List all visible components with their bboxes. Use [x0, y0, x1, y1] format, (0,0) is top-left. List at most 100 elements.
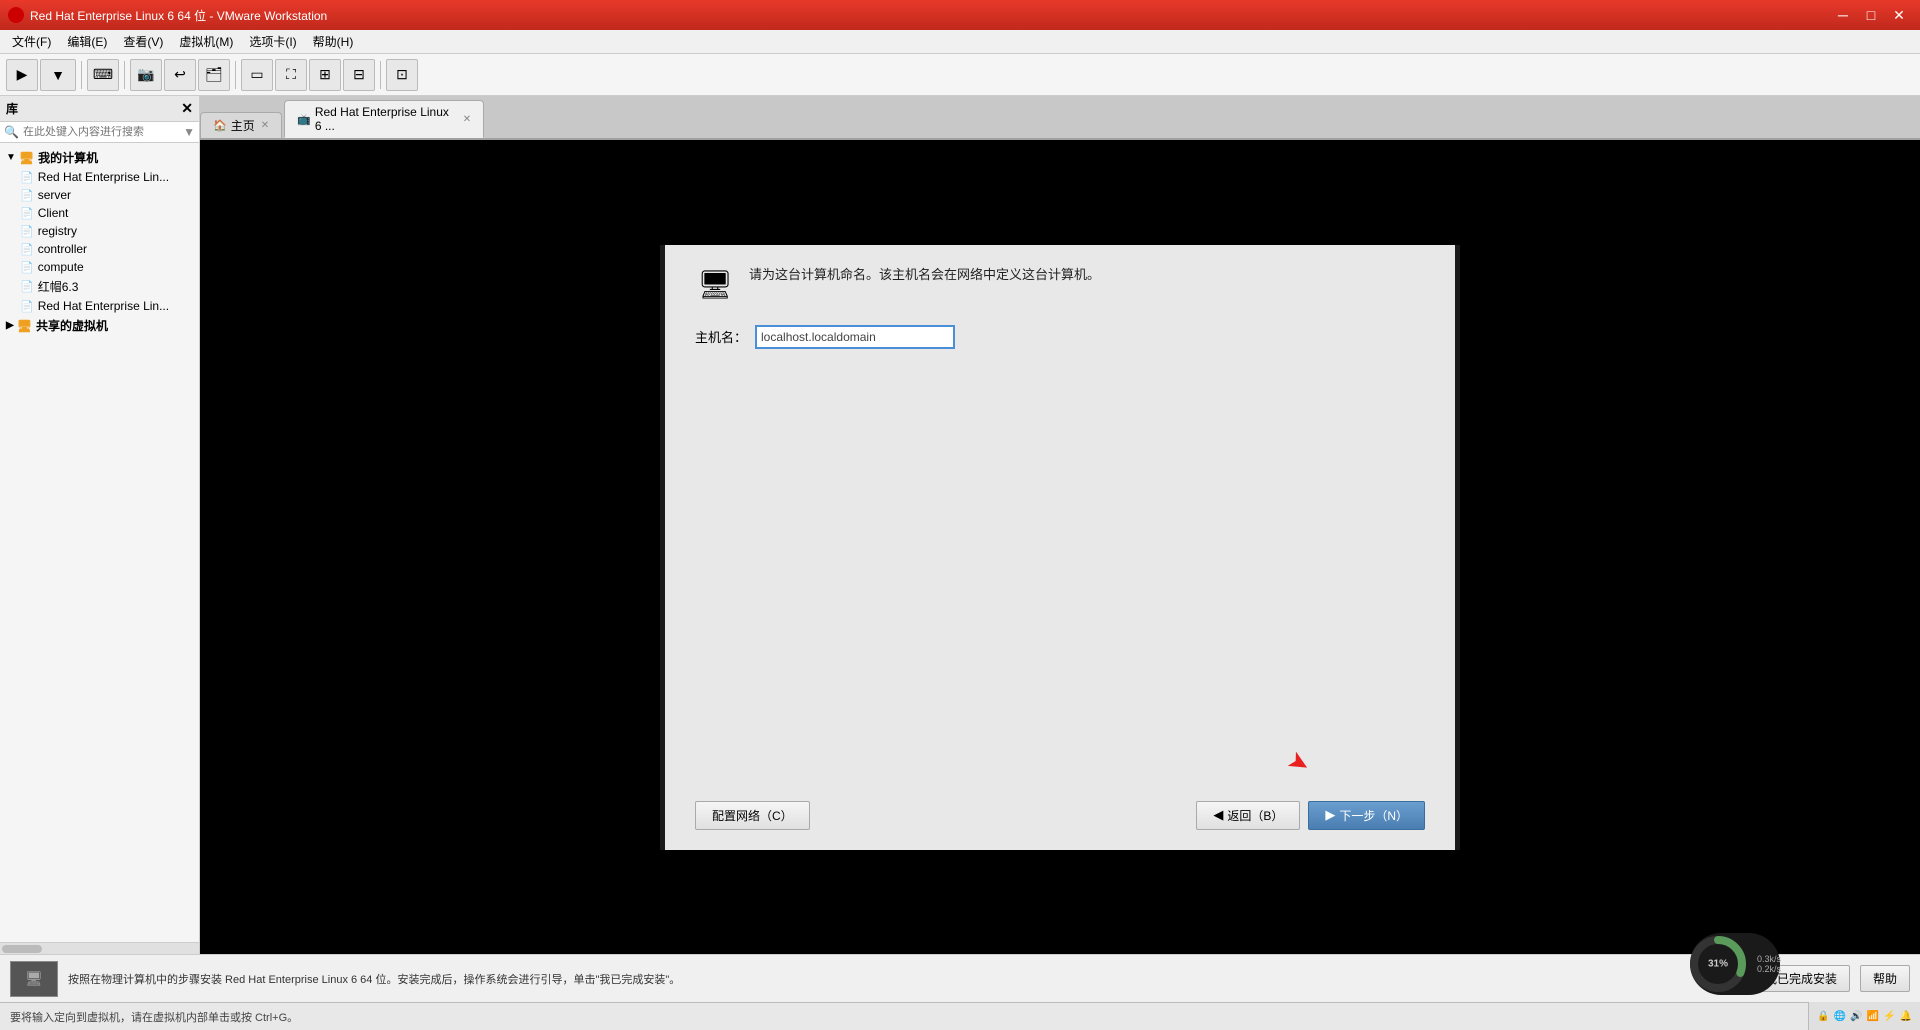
title-bar: Red Hat Enterprise Linux 6 64 位 - VMware…	[0, 0, 1920, 30]
menu-bar: 文件(F) 编辑(E) 查看(V) 虚拟机(M) 选项卡(I) 帮助(H)	[0, 30, 1920, 54]
tab-home[interactable]: 🏠 主页 ✕	[200, 112, 282, 138]
shared-label: 共享的虚拟机	[36, 317, 108, 334]
vm-tab-icon: 📺	[297, 113, 311, 126]
expand-arrow-icon: ▶	[6, 320, 14, 331]
search-input[interactable]	[23, 126, 183, 138]
sidebar-item-redhat63[interactable]: 📄 红帽6.3	[0, 276, 199, 297]
search-dropdown-icon[interactable]: ▼	[183, 125, 195, 139]
next-btn-label: 下一步（N）	[1339, 807, 1408, 824]
toolbar-btn-1[interactable]: ▶	[6, 59, 38, 91]
network-widget: 31% 0.3k/s 0.2k/s	[1690, 933, 1780, 995]
sidebar-header: 库 ✕	[0, 96, 199, 122]
back-button[interactable]: ◀ 返回（B）	[1196, 801, 1300, 830]
toolbar-btn-send-ctrl[interactable]: ⌨	[87, 59, 119, 91]
toolbar: ▶ ▼ ⌨ 📷 ↩ 🗂 ▭ ⛶ ⊞ ⊟ ⊡	[0, 54, 1920, 96]
toolbar-sep-4	[380, 61, 381, 89]
toolbar-btn-usb[interactable]: ⊡	[386, 59, 418, 91]
tray-icon-1: 🔒	[1817, 1011, 1829, 1022]
maximize-button[interactable]: □	[1858, 4, 1884, 26]
status-bar: 🖥 按照在物理计算机中的步骤安装 Red Hat Enterprise Linu…	[0, 954, 1920, 1002]
toolbar-btn-snapshot-take[interactable]: 📷	[130, 59, 162, 91]
sidebar-item-server[interactable]: 📄 server	[0, 186, 199, 204]
net-circle: 31%	[1689, 935, 1747, 993]
tray-icon-5: ⚡	[1883, 1011, 1895, 1022]
tray-icon-4: 📶	[1867, 1011, 1879, 1022]
status-description: 按照在物理计算机中的步骤安装 Red Hat Enterprise Linux …	[68, 971, 1742, 987]
next-button[interactable]: ▶ 下一步（N）	[1308, 801, 1425, 830]
toolbar-dropdown-1[interactable]: ▼	[40, 59, 76, 91]
content-area: 🏠 主页 ✕ 📺 Red Hat Enterprise Linux 6 ... …	[200, 96, 1920, 954]
hostname-label: 主机名：	[695, 327, 747, 346]
tab-home-close[interactable]: ✕	[261, 120, 269, 131]
vm-screen: 🖥 请为这台计算机命名。该主机名会在网络中定义这台计算机。 主机名：	[660, 245, 1460, 850]
menu-file[interactable]: 文件(F)	[4, 31, 59, 52]
home-icon: 🏠	[213, 119, 227, 132]
toolbar-btn-snapshot-mgr[interactable]: 🗂	[198, 59, 230, 91]
menu-view[interactable]: 查看(V)	[115, 31, 171, 52]
dialog-footer-right: ◀ 返回（B） ▶ 下一步（N）	[1196, 801, 1425, 830]
dialog-footer-left: 配置网络（C）	[695, 801, 810, 830]
sidebar: 库 ✕ 🔍 ▼ ▼ 🖥 我的计算机 📄 Red Hat Enterprise L…	[0, 96, 200, 954]
tab-vm-close[interactable]: ✕	[463, 114, 471, 125]
dialog-icon: 🖥	[695, 265, 735, 305]
toolbar-btn-snapshot-revert[interactable]: ↩	[164, 59, 196, 91]
sidebar-group-mycomputer[interactable]: ▼ 🖥 我的计算机	[0, 147, 199, 168]
sidebar-close-button[interactable]: ✕	[181, 100, 193, 117]
vm-thumb-icon: 🖥	[11, 962, 57, 996]
net-percent: 31%	[1708, 959, 1728, 970]
dialog-description: 请为这台计算机命名。该主机名会在网络中定义这台计算机。	[749, 265, 1100, 286]
toolbar-sep-3	[235, 61, 236, 89]
help-button[interactable]: 帮助	[1860, 965, 1910, 992]
vm-icon: 📄	[20, 171, 34, 184]
sidebar-horizontal-scrollbar[interactable]	[0, 942, 199, 954]
sidebar-item-compute[interactable]: 📄 compute	[0, 258, 199, 276]
computer-icon: 🖥	[19, 151, 34, 165]
toolbar-btn-view-unity[interactable]: ⊞	[309, 59, 341, 91]
menu-vm[interactable]: 虚拟机(M)	[171, 31, 241, 52]
close-button[interactable]: ✕	[1886, 4, 1912, 26]
dialog-header: 🖥 请为这台计算机命名。该主机名会在网络中定义这台计算机。	[695, 265, 1425, 305]
network-btn-label: 配置网络（C）	[712, 807, 793, 824]
net-speeds: 0.3k/s 0.2k/s	[1757, 954, 1781, 974]
sidebar-item-rhel1[interactable]: 📄 Red Hat Enterprise Lin...	[0, 168, 199, 186]
back-btn-label: 返回（B）	[1227, 807, 1283, 824]
dialog-footer: 配置网络（C） ◀ 返回（B） ▶ 下一步（N）	[695, 791, 1425, 830]
toolbar-btn-view-normal[interactable]: ▭	[241, 59, 273, 91]
sidebar-group-shared[interactable]: ▶ 🖥 共享的虚拟机	[0, 315, 199, 336]
toolbar-btn-view-fullscreen[interactable]: ⛶	[275, 59, 307, 91]
vm-icon: 📄	[20, 225, 34, 238]
toolbar-sep-2	[124, 61, 125, 89]
vm-icon: 📄	[20, 189, 34, 202]
system-tray: 🔒 🌐 🔊 📶 ⚡ 🔔	[1808, 1002, 1920, 1030]
sidebar-item-client[interactable]: 📄 Client	[0, 204, 199, 222]
tab-vm[interactable]: 📺 Red Hat Enterprise Linux 6 ... ✕	[284, 100, 484, 138]
tray-icon-6: 🔔	[1900, 1011, 1912, 1022]
menu-tabs[interactable]: 选项卡(I)	[241, 31, 304, 52]
vm-viewport[interactable]: 🖥 请为这台计算机命名。该主机名会在网络中定义这台计算机。 主机名：	[200, 140, 1920, 954]
sidebar-item-registry[interactable]: 📄 registry	[0, 222, 199, 240]
net-download: 0.2k/s	[1757, 964, 1781, 974]
toolbar-btn-view-other[interactable]: ⊟	[343, 59, 375, 91]
info-bar: 要将输入定向到虚拟机，请在虚拟机内部单击或按 Ctrl+G。	[0, 1002, 1920, 1030]
sidebar-item-rhel2[interactable]: 📄 Red Hat Enterprise Lin...	[0, 297, 199, 315]
sidebar-item-controller[interactable]: 📄 controller	[0, 240, 199, 258]
menu-edit[interactable]: 编辑(E)	[59, 31, 115, 52]
vm-icon: 📄	[20, 261, 34, 274]
vm-icon: 📄	[20, 243, 34, 256]
search-icon: 🔍	[4, 125, 19, 139]
hostname-input[interactable]	[755, 325, 955, 349]
hostname-row: 主机名：	[695, 325, 1425, 349]
expand-arrow-icon: ▼	[6, 152, 16, 163]
sidebar-tree: ▼ 🖥 我的计算机 📄 Red Hat Enterprise Lin... 📄 …	[0, 143, 199, 942]
dialog-body: 主机名：	[695, 325, 1425, 791]
my-computer-label: 我的计算机	[38, 149, 98, 166]
tray-icon-3: 🔊	[1850, 1011, 1862, 1022]
main-area: 库 ✕ 🔍 ▼ ▼ 🖥 我的计算机 📄 Red Hat Enterprise L…	[0, 96, 1920, 954]
net-upload: 0.3k/s	[1757, 954, 1781, 964]
minimize-button[interactable]: ─	[1830, 4, 1856, 26]
vm-icon: 📄	[20, 207, 34, 220]
scrollbar-thumb	[2, 945, 42, 953]
menu-help[interactable]: 帮助(H)	[305, 31, 362, 52]
configure-network-button[interactable]: 配置网络（C）	[695, 801, 810, 830]
toolbar-sep-1	[81, 61, 82, 89]
